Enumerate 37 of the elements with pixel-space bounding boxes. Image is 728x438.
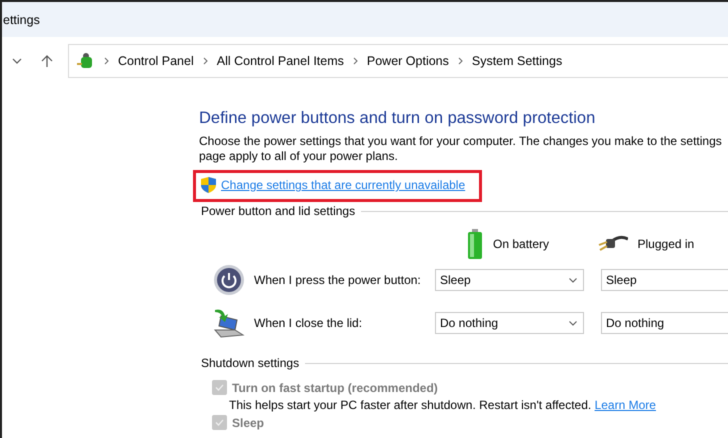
page-heading: Define power buttons and turn on password protection [199, 109, 596, 128]
breadcrumb-item[interactable]: System Settings [472, 54, 562, 68]
option-description: This helps start your PC faster after shutdown. Restart isn't affected. Learn More [229, 398, 657, 412]
checkbox-label: Turn on fast startup (recommended) [232, 380, 438, 394]
battery-icon [467, 229, 483, 259]
chevron-down-icon [569, 278, 577, 282]
chevron-right-icon [202, 57, 209, 65]
address-bar[interactable]: Control Panel All Control Panel Items Power Options System Settings [68, 44, 728, 78]
breadcrumb-item[interactable]: All Control Panel Items [216, 54, 344, 68]
chevron-right-icon [352, 57, 359, 65]
checkbox-label: Sleep [232, 416, 264, 430]
window-title: ettings [3, 12, 40, 26]
shield-icon [201, 177, 216, 193]
chevron-down-icon [569, 320, 577, 326]
breadcrumb-item[interactable]: Power Options [366, 54, 449, 68]
column-header: Plugged in [638, 237, 694, 251]
dropdown[interactable]: Do nothing [601, 312, 728, 334]
power-icon [213, 264, 245, 296]
column-header: On battery [493, 237, 550, 251]
breadcrumb-item[interactable]: Control Panel [118, 54, 194, 68]
laptop-icon [213, 308, 245, 338]
check-icon [215, 419, 224, 426]
change-settings-link[interactable]: Change settings that are currently unavailable [221, 178, 466, 192]
check-icon [215, 384, 224, 391]
up-arrow-icon[interactable] [40, 54, 54, 68]
group-title: Shutdown settings [201, 356, 300, 370]
chevron-right-icon [103, 57, 110, 65]
group-title: Power button and lid settings [201, 204, 356, 218]
dropdown[interactable]: Sleep [435, 269, 584, 291]
setting-label: When I close the lid: [254, 316, 364, 330]
chevron-right-icon [456, 57, 464, 65]
setting-label: When I press the power button: [254, 273, 422, 287]
description-text: Choose the power settings that you want for your computer. The changes you make to the settings page apply to all of your power plans. [199, 134, 723, 164]
dropdown[interactable]: Sleep [601, 269, 728, 291]
power-plug-icon [598, 235, 628, 253]
power-options-icon [77, 52, 95, 70]
dropdown[interactable]: Do nothing [435, 312, 584, 334]
